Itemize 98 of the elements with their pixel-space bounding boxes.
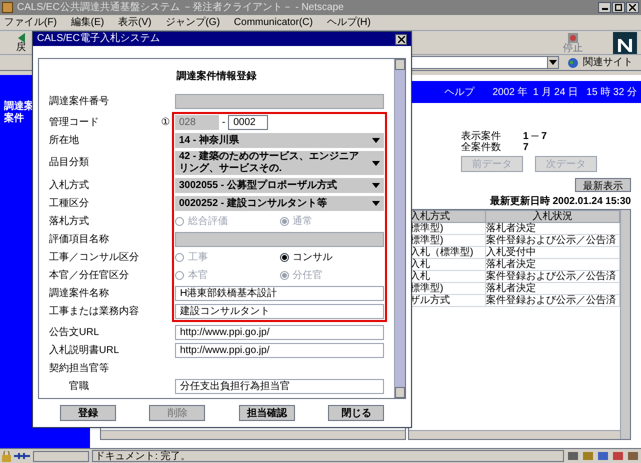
menu-item[interactable]: 編集(E) (70, 15, 104, 30)
window-title: CALS/EC公共調達共通基盤システム －発注者クライアント－ - Netscape (17, 0, 344, 15)
field-label: 管理コード (49, 116, 100, 128)
last-updated-text: 最新更新日時 2002.01.24 15:30 (490, 194, 631, 209)
menu-item[interactable]: 表示(V) (118, 15, 152, 30)
menu-item[interactable]: ジャンプ(G) (165, 15, 220, 30)
table-cell: 入札受付中 (486, 246, 620, 258)
field-label: 品目分類 (49, 157, 90, 169)
text-field[interactable]: H港東部鉄橋基本設計 (175, 286, 384, 301)
text-field[interactable]: 分任支出負担行為担当官 (175, 379, 384, 394)
radio-label: 工事 (188, 250, 208, 265)
globe-icon (567, 56, 579, 68)
stop-icon (567, 32, 579, 44)
logo-icon (613, 32, 637, 54)
connection-icon (14, 452, 30, 460)
info-mark: ① (161, 116, 171, 128)
status-text: ドキュメント: 完了。 (92, 450, 564, 462)
table-cell: 落札者決定 (486, 258, 620, 270)
dropdown[interactable]: 3002055 - 公募型プロポーザル方式 (175, 178, 384, 193)
field-label: 工事または業務内容 (49, 306, 140, 318)
radio-label: 本官 (188, 268, 208, 283)
field-label: 官職 (68, 380, 90, 392)
maximize-button[interactable] (612, 2, 625, 13)
table-cell: 案件登録および公示／公告済 (486, 270, 620, 282)
field-label: 評価項目名称 (49, 234, 110, 246)
text-field[interactable]: 建設コンサルタント (175, 304, 384, 319)
taskbar-icon[interactable] (597, 451, 609, 461)
code-select[interactable]: 028 (175, 115, 219, 130)
menu-item[interactable]: Communicator(C) (234, 15, 313, 30)
taskbar-icon[interactable] (567, 451, 579, 461)
field-label: 公告文URL (49, 326, 100, 338)
lock-icon (2, 450, 11, 462)
dropdown[interactable]: 42 - 建築のためのサービス、エンジニアリング、サービスその. (175, 151, 384, 175)
scrollbar[interactable] (394, 59, 405, 398)
caret-icon (372, 183, 380, 188)
sidebar-heading: 案件 (4, 113, 24, 125)
menu-item[interactable]: ファイル(F) (4, 15, 57, 30)
close-button[interactable] (395, 34, 407, 44)
close-icon (398, 36, 404, 42)
minimize-button[interactable] (598, 2, 611, 13)
scrollbar[interactable] (101, 430, 405, 439)
minimize-icon (602, 8, 608, 10)
table-cell: 案件登録および公示／公告済 (486, 294, 620, 306)
help-link[interactable]: ヘルプ (444, 84, 474, 100)
summary-value: 7 (523, 142, 529, 153)
summary-value: 1 ─ 7 (523, 131, 547, 142)
back-button[interactable]: 戻 (4, 32, 26, 52)
text-field[interactable]: http://www.ppi.go.jp/ (175, 343, 384, 358)
caret-icon (549, 60, 557, 65)
close-icon (629, 4, 636, 11)
close-button[interactable] (626, 2, 639, 13)
taskbar-icon[interactable] (612, 451, 624, 461)
caret-icon (372, 201, 380, 206)
menu-item[interactable]: ヘルプ(H) (326, 15, 371, 30)
maximize-icon (615, 4, 622, 11)
form-heading: 調達案件情報登録 (176, 69, 258, 84)
back-arrow-icon (18, 32, 24, 42)
dialog-button[interactable]: 閉じる (328, 405, 384, 421)
status-panel (33, 450, 89, 462)
scrollbar[interactable] (409, 430, 620, 439)
field-label: 所在地 (49, 134, 80, 146)
summary-label: 表示案件 (461, 131, 502, 142)
field-label: 入札説明書URL (49, 344, 120, 356)
column-header[interactable]: 入札状況 (486, 210, 620, 222)
date-time: 2002 年 1 月 24 日 15 時 32 分 (492, 86, 637, 100)
radio-label: 通常 (292, 214, 312, 229)
table-cell: 落札者決定 (486, 282, 620, 294)
radio-label: コンサル (292, 251, 332, 265)
radio-label: 分任官 (292, 268, 322, 283)
summary-label: 全案件数 (461, 142, 502, 153)
dialog-button[interactable]: 担当確認 (238, 405, 295, 421)
scrollbar[interactable] (620, 210, 630, 439)
field-label: 工種区分 (49, 198, 90, 210)
separator-text: - (222, 116, 226, 130)
dialog-title: CALS/EC電子入札システム (37, 33, 160, 45)
field-label: 調達案件名称 (49, 288, 110, 300)
field-label: 契約担当官等 (49, 362, 110, 374)
radio-label: 総合評価 (188, 214, 228, 229)
field-label: 本官／分任官区分 (49, 270, 130, 282)
taskbar-icon[interactable] (627, 451, 639, 461)
caret-icon (372, 160, 380, 166)
related-sites-button[interactable]: 関連サイト (563, 56, 637, 68)
field-label: 入札方式 (49, 180, 90, 192)
dialog-button[interactable]: 登録 (60, 405, 116, 421)
app-icon (2, 2, 13, 13)
code-input[interactable]: 0002 (228, 115, 268, 130)
caret-icon (372, 138, 380, 143)
refresh-button[interactable]: 最新表示 (575, 178, 631, 192)
field-label: 落札方式 (49, 216, 90, 228)
table-cell: 落札者決定 (486, 222, 620, 234)
text-field[interactable]: http://www.ppi.go.jp/ (175, 325, 384, 340)
field-label: 工事／コンサル区分 (49, 252, 140, 264)
taskbar-icon[interactable] (582, 451, 594, 461)
field-label: 調達案件番号 (49, 96, 110, 108)
dropdown[interactable]: 0020252 - 建設コンサルタント等 (175, 196, 384, 211)
table-cell: 案件登録および公示／公告済 (486, 234, 620, 246)
dropdown[interactable]: 14 - 神奈川県 (175, 133, 384, 148)
radio-button[interactable] (280, 253, 288, 262)
